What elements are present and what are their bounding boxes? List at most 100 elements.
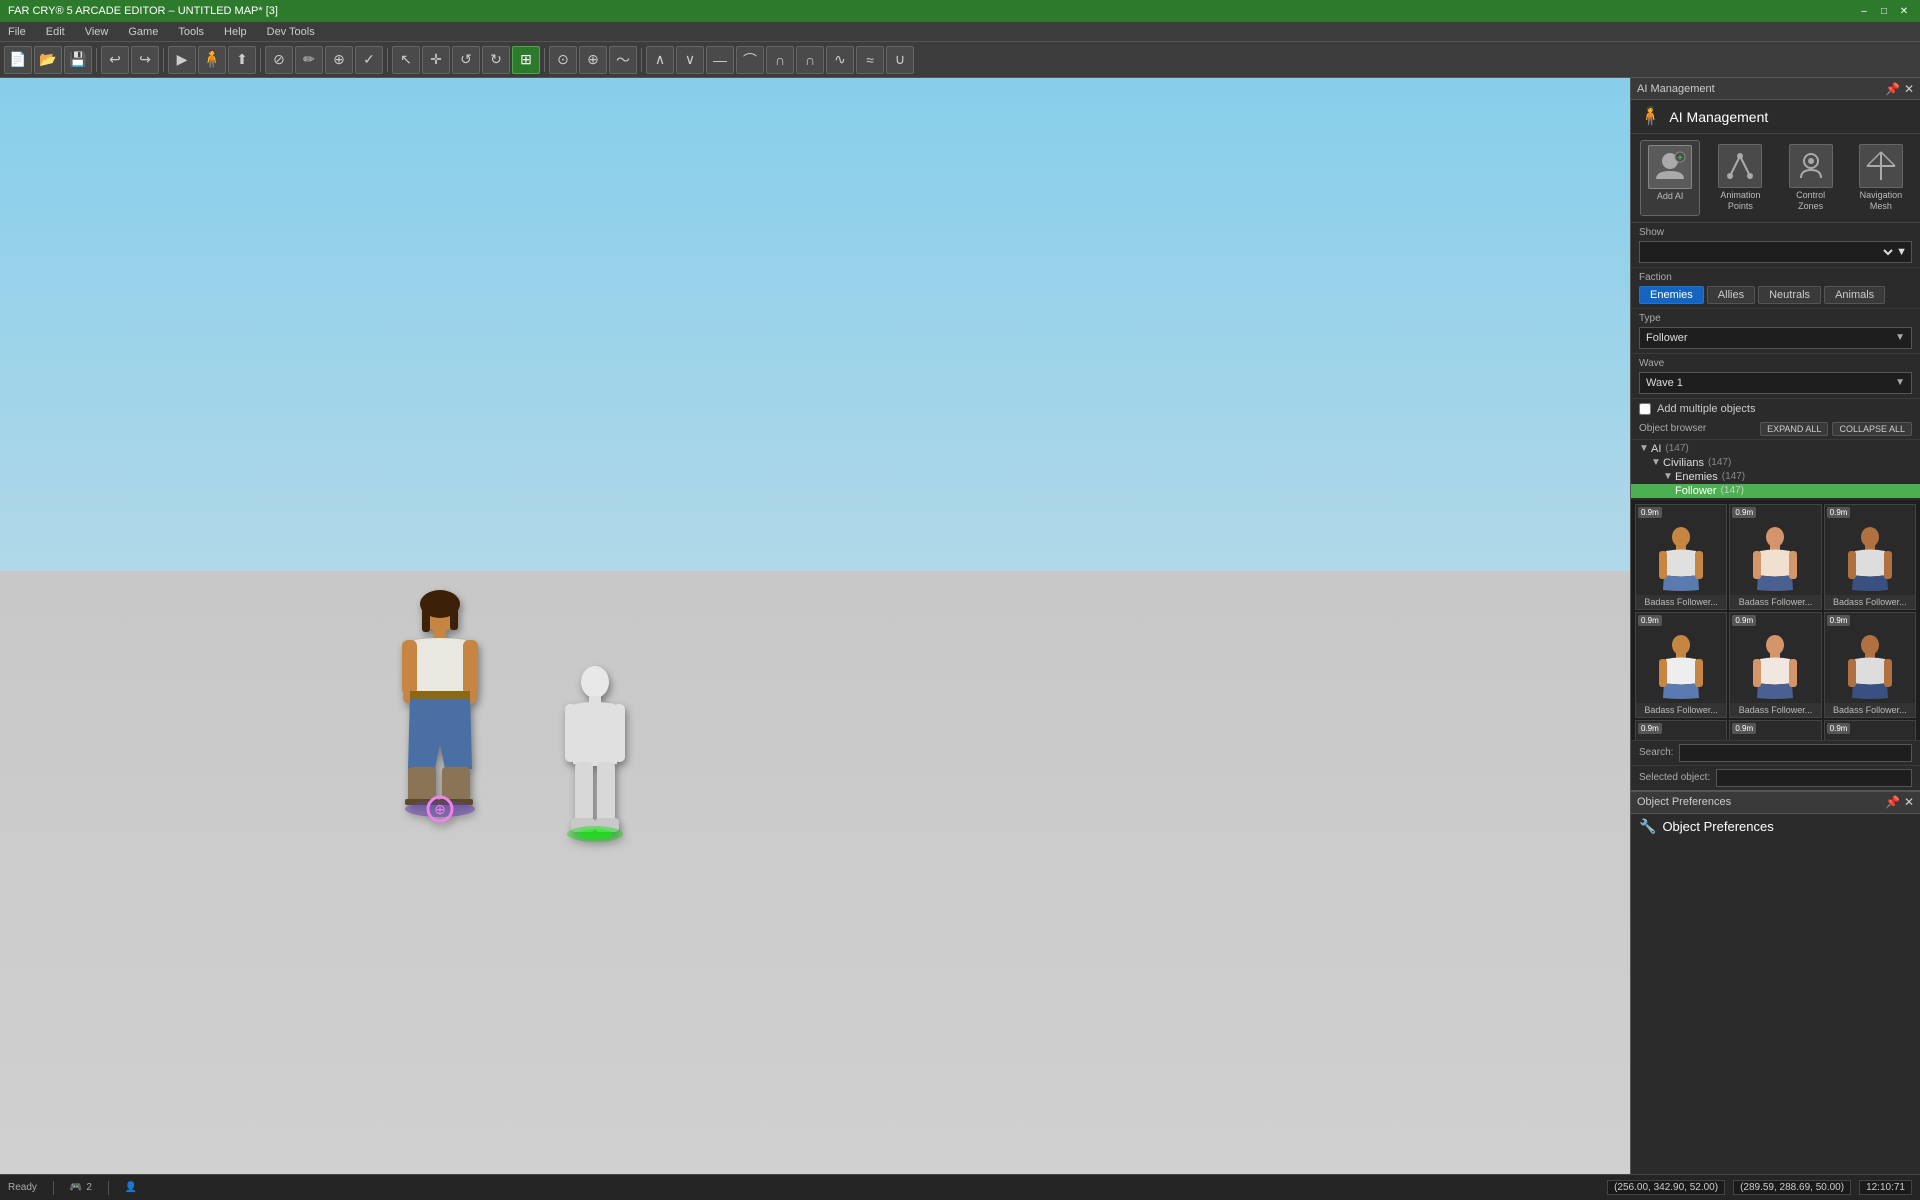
add-multiple-label[interactable]: Add multiple objects	[1657, 403, 1755, 415]
terrain7-button[interactable]: ∿	[826, 46, 854, 74]
redo-button[interactable]: ↪	[131, 46, 159, 74]
close-btn[interactable]: ✕	[1896, 3, 1912, 19]
pencil-button[interactable]: ✏	[295, 46, 323, 74]
selected-object-input[interactable]	[1716, 769, 1912, 787]
tool3-button[interactable]: 〜	[609, 46, 637, 74]
terrain8-button[interactable]: ≈	[856, 46, 884, 74]
neutrals-faction-btn[interactable]: Neutrals	[1758, 286, 1821, 304]
play-button[interactable]: ▶	[168, 46, 196, 74]
animation-icon	[1718, 144, 1762, 188]
animals-faction-btn[interactable]: Animals	[1824, 286, 1885, 304]
thumb-item-5[interactable]: 0.9m Badass Follower...	[1729, 612, 1821, 718]
expand-all-button[interactable]: EXPAND ALL	[1760, 422, 1828, 436]
minimize-btn[interactable]: –	[1856, 3, 1872, 19]
search-input[interactable]	[1679, 744, 1912, 762]
enemies-label: Enemies	[1675, 471, 1718, 483]
thumb-item-6[interactable]: 0.9m Badass Follower...	[1824, 612, 1916, 718]
move-button[interactable]: ✛	[422, 46, 450, 74]
maximize-btn[interactable]: □	[1876, 3, 1892, 19]
allies-faction-btn[interactable]: Allies	[1707, 286, 1755, 304]
cursor-button[interactable]: ↖	[392, 46, 420, 74]
obj-prefs-pin-btn[interactable]: 📌	[1885, 795, 1900, 809]
terrain2-button[interactable]: ∨	[676, 46, 704, 74]
control-zones-button[interactable]: ControlZones	[1781, 140, 1841, 216]
tree-follower-item[interactable]: Follower (147)	[1631, 484, 1920, 498]
terrain3-button[interactable]: —	[706, 46, 734, 74]
thumb-item-9[interactable]: 0.9m Badass Follower...	[1824, 720, 1916, 739]
rotate1-button[interactable]: ↺	[452, 46, 480, 74]
selected-label: Selected object:	[1639, 772, 1710, 783]
ai-management-title: AI Management	[1669, 109, 1768, 125]
wave-dropdown[interactable]: Wave 1 ▼	[1639, 372, 1912, 394]
menu-file[interactable]: File	[4, 26, 30, 38]
right-panel: AI Management 📌 ✕ 🧍 AI Management +	[1630, 78, 1920, 1174]
add-ai-label: Add AI	[1657, 191, 1684, 202]
ai-management-panel-header: AI Management 📌 ✕	[1631, 78, 1920, 100]
menu-edit[interactable]: Edit	[42, 26, 69, 38]
menu-help[interactable]: Help	[220, 26, 251, 38]
add-ai-svg: +	[1652, 149, 1688, 185]
terrain5-button[interactable]: ∩	[766, 46, 794, 74]
wave-section: Wave Wave 1 ▼	[1631, 354, 1920, 399]
select-circle-button[interactable]: ⊘	[265, 46, 293, 74]
menu-tools[interactable]: Tools	[174, 26, 208, 38]
entity-button[interactable]: 🧍	[198, 46, 226, 74]
civilians-label: Civilians	[1663, 457, 1704, 469]
save-button[interactable]: 💾	[64, 46, 92, 74]
menu-devtools[interactable]: Dev Tools	[263, 26, 319, 38]
sep2	[163, 48, 164, 72]
viewport[interactable]: ⊕	[0, 78, 1630, 1174]
thumb-item-8[interactable]: 0.9m Badass Follower...	[1729, 720, 1821, 739]
panel-close-btn[interactable]: ✕	[1904, 82, 1914, 96]
show-dropdown[interactable]: ▼	[1639, 241, 1912, 263]
panel-header-actions: 📌 ✕	[1885, 82, 1914, 96]
navigation-mesh-button[interactable]: NavigationMesh	[1851, 140, 1911, 216]
thumb-item-3[interactable]: 0.9m Badass Follower...	[1824, 504, 1916, 610]
undo-button[interactable]: ↩	[101, 46, 129, 74]
rotate2-button[interactable]: ↻	[482, 46, 510, 74]
tool2-button[interactable]: ⊕	[579, 46, 607, 74]
thumb-item-7[interactable]: 0.9m Badass Follower...	[1635, 720, 1727, 739]
enemies-arrow: ▼	[1663, 471, 1675, 482]
add-ai-button[interactable]: + Add AI	[1640, 140, 1700, 216]
upload-button[interactable]: ⬆	[228, 46, 256, 74]
terrain9-button[interactable]: ∪	[886, 46, 914, 74]
obj-prefs-icon: 🔧	[1639, 818, 1656, 835]
scale-button[interactable]: ⊞	[512, 46, 540, 74]
time-display: 12:10:71	[1859, 1180, 1912, 1195]
thumb-img-1: 0.9m	[1636, 505, 1726, 595]
thumb-img-2: 0.9m	[1730, 505, 1820, 595]
status-sep2	[108, 1181, 109, 1195]
tool1-button[interactable]: ⊙	[549, 46, 577, 74]
show-select[interactable]	[1644, 245, 1896, 259]
panel-pin-btn[interactable]: 📌	[1885, 82, 1900, 96]
terrain4-button[interactable]: ⌒	[736, 46, 764, 74]
check-button[interactable]: ✓	[355, 46, 383, 74]
tree-civilians-item[interactable]: ▼ Civilians (147)	[1631, 456, 1920, 470]
thumb-item-2[interactable]: 0.9m Badass Follower...	[1729, 504, 1821, 610]
thumb-img-9: 0.9m	[1825, 721, 1915, 739]
tree-enemies-item[interactable]: ▼ Enemies (147)	[1631, 470, 1920, 484]
thumb-item-4[interactable]: 0.9m Badass Follower...	[1635, 612, 1727, 718]
collapse-all-button[interactable]: COLLAPSE ALL	[1832, 422, 1912, 436]
search-label: Search:	[1639, 747, 1673, 758]
add-multiple-row: Add multiple objects	[1631, 399, 1920, 419]
type-dropdown[interactable]: Follower ▼	[1639, 327, 1912, 349]
thumb-item-1[interactable]: 0.9m Badass Follower...	[1635, 504, 1727, 610]
tree-ai-item[interactable]: ▼ AI (147)	[1631, 442, 1920, 456]
enemies-faction-btn[interactable]: Enemies	[1639, 286, 1704, 304]
open-button[interactable]: 📂	[34, 46, 62, 74]
new-button[interactable]: 📄	[4, 46, 32, 74]
animation-points-button[interactable]: AnimationPoints	[1710, 140, 1770, 216]
obj-prefs-close-btn[interactable]: ✕	[1904, 795, 1914, 809]
terrain1-button[interactable]: ∧	[646, 46, 674, 74]
ai-management-header-label: AI Management	[1637, 83, 1715, 95]
terrain-button[interactable]: ⊕	[325, 46, 353, 74]
terrain6-button[interactable]: ∩	[796, 46, 824, 74]
add-multiple-checkbox[interactable]	[1639, 403, 1651, 415]
menu-view[interactable]: View	[81, 26, 113, 38]
thumb-badge-5: 0.9m	[1732, 615, 1756, 626]
menu-game[interactable]: Game	[124, 26, 162, 38]
thumb-char-svg-5	[1745, 633, 1805, 703]
enemies-count: (147)	[1722, 471, 1745, 482]
